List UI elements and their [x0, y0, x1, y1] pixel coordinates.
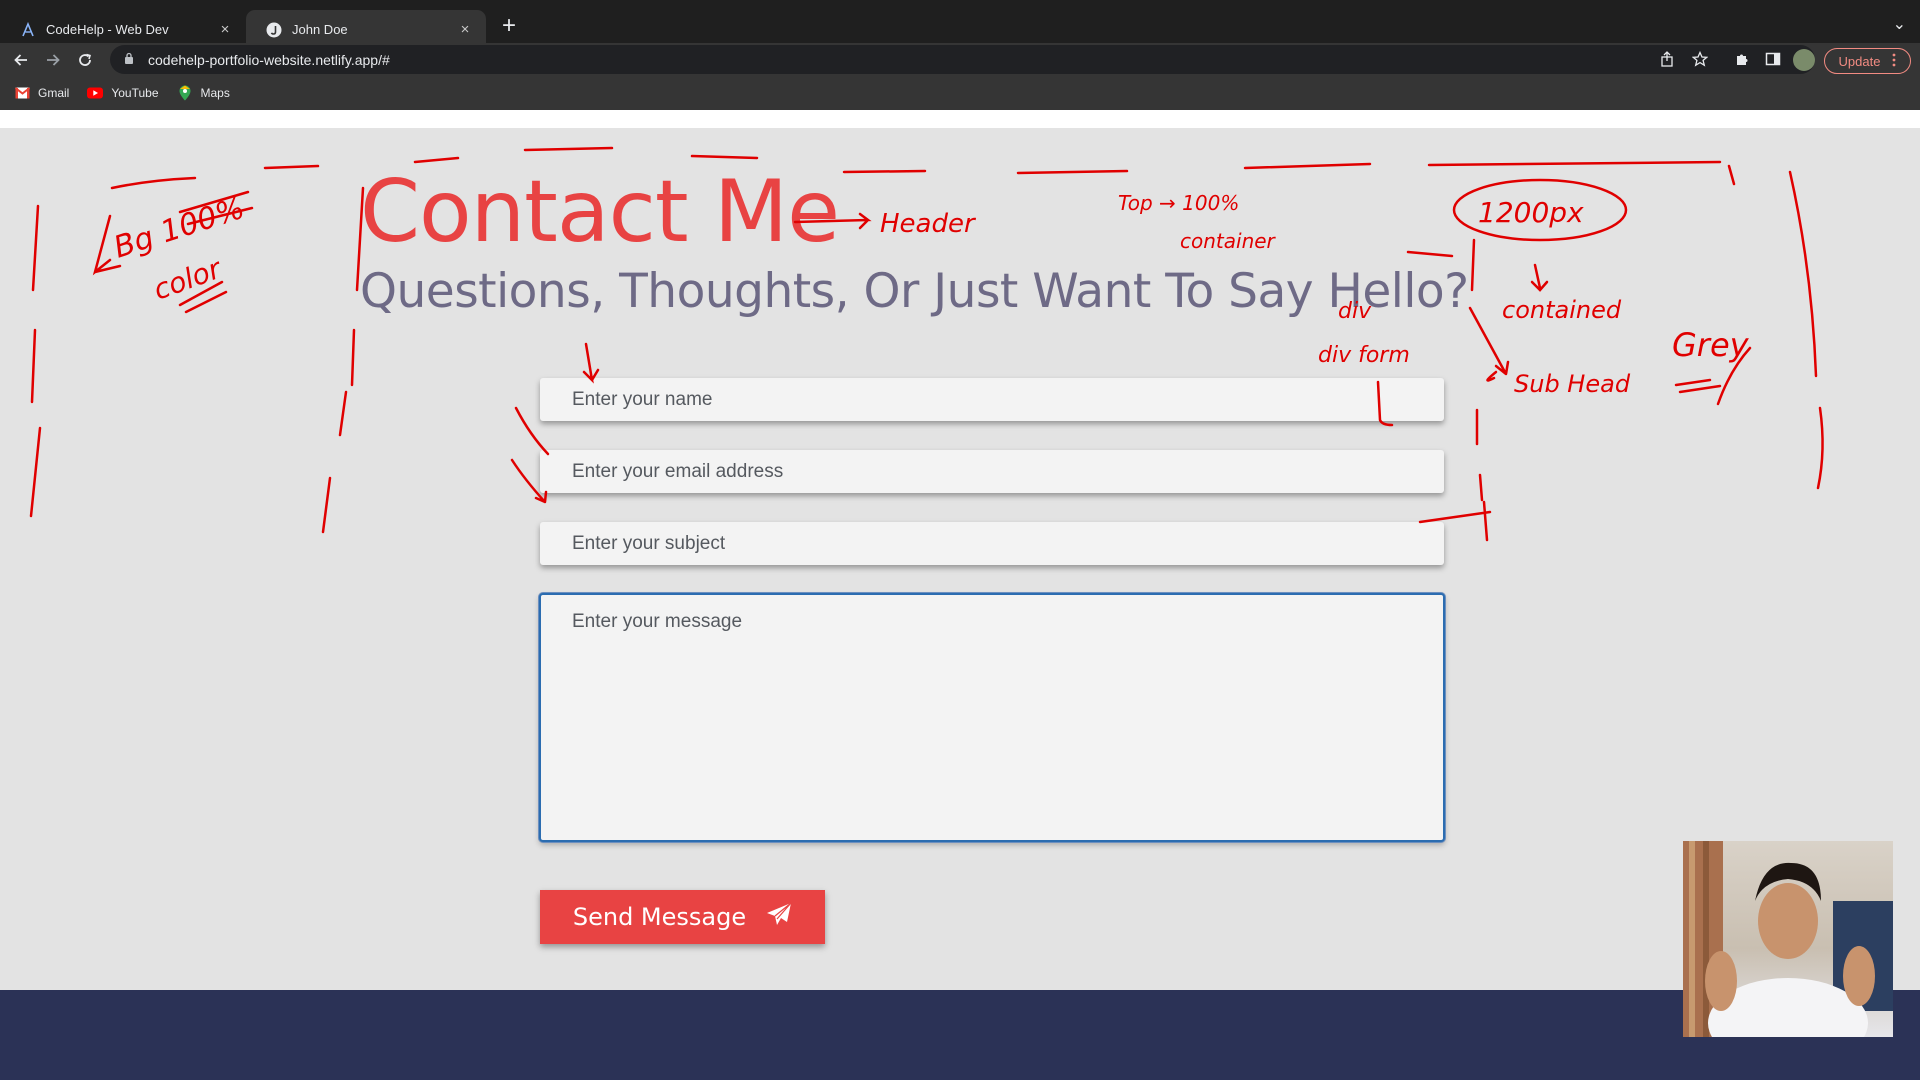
bookmark-youtube[interactable]: YouTube — [87, 86, 159, 100]
tab-title: CodeHelp - Web Dev — [46, 22, 169, 37]
side-panel-icon[interactable] — [1765, 51, 1781, 71]
gmail-icon — [14, 86, 30, 100]
lock-icon — [124, 52, 138, 67]
close-tab-icon[interactable]: × — [216, 21, 234, 38]
tab-search-chevron-icon[interactable]: ⌄ — [1893, 14, 1906, 33]
subject-input[interactable]: Enter your subject — [540, 522, 1444, 565]
browser-tab-strip: CodeHelp - Web Dev × John Doe × + ⌄ — [0, 0, 1920, 49]
bookmark-gmail[interactable]: Gmail — [14, 86, 69, 100]
share-icon[interactable] — [1660, 51, 1674, 71]
profile-avatar[interactable] — [1793, 49, 1815, 71]
update-button[interactable]: Update — [1824, 48, 1911, 74]
bookmark-star-icon[interactable] — [1691, 50, 1709, 71]
new-tab-button[interactable]: + — [495, 13, 523, 41]
name-input[interactable]: Enter your name — [540, 378, 1444, 421]
subject-placeholder: Enter your subject — [572, 532, 726, 554]
close-tab-icon[interactable]: × — [456, 21, 474, 38]
update-label: Update — [1838, 53, 1881, 69]
url-text: codehelp-portfolio-website.netlify.app/# — [148, 51, 390, 68]
contact-heading: Contact Me — [360, 162, 840, 262]
extensions-puzzle-icon[interactable] — [1734, 51, 1750, 71]
contact-subheading: Questions, Thoughts, Or Just Want To Say… — [360, 264, 1469, 319]
email-placeholder: Enter your email address — [572, 460, 784, 482]
maps-icon — [177, 85, 193, 101]
back-arrow-icon[interactable] — [8, 43, 34, 76]
address-bar[interactable]: codehelp-portfolio-website.netlify.app/# — [110, 45, 1815, 74]
bookmarks-bar: Gmail YouTube Maps — [0, 76, 1920, 110]
bookmark-label: YouTube — [111, 86, 159, 100]
reload-icon[interactable] — [72, 43, 98, 76]
footer-band — [0, 990, 1920, 1080]
page-top-band — [0, 110, 1920, 128]
email-input[interactable]: Enter your email address — [540, 450, 1444, 493]
name-placeholder: Enter your name — [572, 388, 713, 410]
message-placeholder: Enter your message — [572, 611, 743, 632]
tab-title: John Doe — [292, 22, 348, 37]
paper-plane-icon — [766, 902, 792, 932]
bookmark-maps[interactable]: Maps — [177, 85, 230, 101]
site-favicon-icon — [266, 22, 282, 38]
contact-section: Contact Me Questions, Thoughts, Or Just … — [0, 110, 1920, 1080]
browser-toolbar: codehelp-portfolio-website.netlify.app/#… — [0, 43, 1920, 76]
bookmark-label: Maps — [200, 86, 230, 100]
send-message-label: Send Message — [572, 903, 747, 931]
webcam-overlay — [1683, 841, 1893, 1037]
bookmark-label: Gmail — [38, 86, 70, 100]
message-textarea[interactable]: Enter your message — [539, 593, 1445, 842]
send-message-button[interactable]: Send Message — [540, 890, 825, 944]
forward-arrow-icon[interactable] — [40, 43, 66, 76]
youtube-icon — [87, 86, 104, 100]
codehelp-favicon-icon — [20, 21, 36, 38]
kebab-menu-icon — [1892, 53, 1896, 70]
